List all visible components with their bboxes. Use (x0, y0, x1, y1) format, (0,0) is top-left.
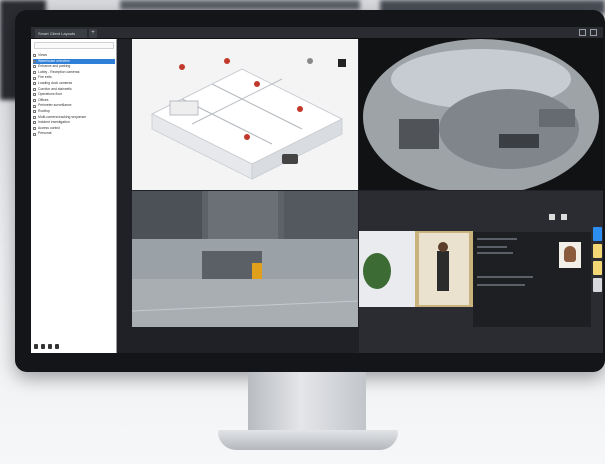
folder-icon (33, 76, 36, 80)
light-icon[interactable] (593, 261, 602, 275)
panel-text-line (477, 284, 525, 286)
panel-text-line (477, 246, 507, 248)
panel-text-line (477, 276, 533, 278)
delete-icon[interactable] (48, 344, 52, 349)
folder-icon (33, 104, 36, 108)
panel-text-line (477, 252, 513, 254)
sidebar-view-item[interactable]: Personal (33, 131, 115, 137)
person-photo (559, 242, 581, 268)
folder-icon (33, 59, 36, 63)
new-tab-button[interactable]: + (89, 29, 97, 38)
monitor-bezel: Smart Client Layouts + Views Warehouse ov… (15, 10, 605, 372)
layout-tab[interactable]: Smart Client Layouts (35, 29, 87, 38)
alarm-icon[interactable] (593, 244, 602, 258)
folder-icon (33, 54, 36, 58)
floor-plan-illustration (150, 58, 346, 180)
settings-icon[interactable] (55, 344, 59, 349)
floor-plan-view[interactable] (132, 39, 358, 190)
folder-icon (33, 93, 36, 97)
edit-icon[interactable] (41, 344, 45, 349)
sidebar-item-label: Personal (38, 131, 52, 136)
app-title-bar: Smart Client Layouts + (31, 27, 603, 39)
background-shape (120, 0, 360, 10)
monitor-stand-base (218, 430, 398, 450)
views-sidebar: Views Warehouse overview Entrance and park… (31, 39, 117, 353)
vms-screen: Smart Client Layouts + Views Warehouse ov… (31, 27, 603, 353)
panel-button[interactable] (549, 214, 555, 220)
fisheye-camera-view[interactable] (359, 39, 603, 190)
more-icon[interactable] (593, 278, 602, 292)
folder-icon (33, 99, 36, 103)
folder-icon (33, 121, 36, 125)
folder-icon (33, 65, 36, 69)
close-icon[interactable] (590, 29, 597, 36)
map-pin-icon[interactable] (593, 227, 602, 241)
folder-icon (33, 127, 36, 131)
views-tree: Views Warehouse overview Entrance and park… (33, 53, 115, 137)
street-camera-view[interactable] (132, 191, 358, 327)
street-image (132, 191, 358, 327)
sidebar-footer (34, 344, 59, 349)
add-icon[interactable] (34, 344, 38, 349)
maximize-icon[interactable] (579, 29, 586, 36)
folder-icon (33, 110, 36, 114)
views-search-input[interactable] (34, 42, 114, 49)
folder-icon (33, 132, 36, 136)
folder-icon (33, 82, 36, 86)
identification-panel (473, 214, 591, 327)
folder-icon (33, 115, 36, 119)
panel-header-line (477, 238, 517, 240)
right-action-rail (593, 227, 603, 307)
panel-button[interactable] (561, 214, 567, 220)
folder-icon (33, 71, 36, 75)
fisheye-image (359, 39, 603, 190)
monitor-stand-neck (248, 372, 366, 434)
face-icon (564, 246, 576, 262)
folder-icon (33, 87, 36, 91)
